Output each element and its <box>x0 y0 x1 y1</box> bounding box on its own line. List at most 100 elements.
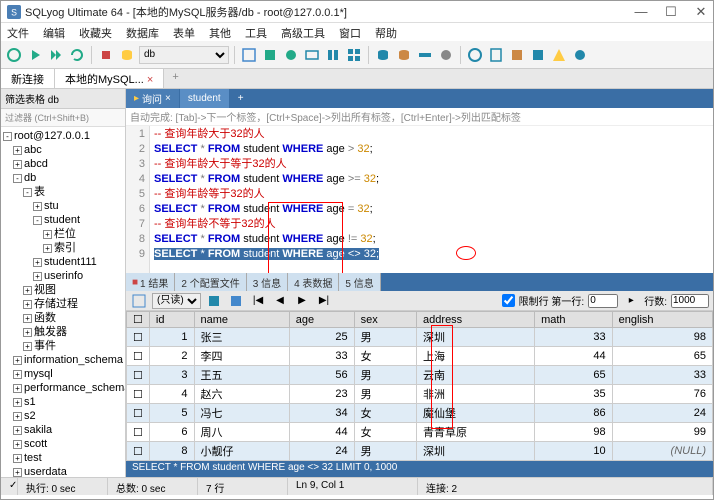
tree-item[interactable]: +test <box>1 451 125 465</box>
menu-window[interactable]: 窗口 <box>339 25 361 39</box>
tree-item[interactable]: +scott <box>1 437 125 451</box>
minimize-icon[interactable]: — <box>635 6 647 18</box>
results-grid[interactable]: ☐idnameagesexaddressmathenglish☐1张三25男深圳… <box>126 311 713 461</box>
tool-j[interactable] <box>437 46 455 64</box>
table-row[interactable]: ☐3王五56男云南6533 <box>127 366 713 385</box>
limit-first-input[interactable] <box>588 294 618 308</box>
tree-item[interactable]: +索引 <box>1 241 125 255</box>
tool-p[interactable] <box>571 46 589 64</box>
tab-query[interactable]: ▸询问× <box>126 89 180 108</box>
db-icon[interactable] <box>118 46 136 64</box>
rows-input[interactable] <box>671 294 709 308</box>
table-row[interactable]: ☐4赵六23男非洲3576 <box>127 385 713 404</box>
tab-profiles[interactable]: 2 个配置文件 <box>175 273 246 291</box>
menu-other[interactable]: 其他 <box>209 25 231 39</box>
tool-i[interactable] <box>416 46 434 64</box>
checkbox-header[interactable]: ☐ <box>127 312 150 328</box>
refresh-icon[interactable] <box>68 46 86 64</box>
menu-file[interactable]: 文件 <box>7 25 29 39</box>
tool-e[interactable] <box>324 46 342 64</box>
tree-item[interactable]: +事件 <box>1 339 125 353</box>
maximize-icon[interactable]: ☐ <box>665 6 677 18</box>
tool-h[interactable] <box>395 46 413 64</box>
column-header[interactable]: english <box>612 312 712 328</box>
tree-item[interactable]: +stu <box>1 199 125 213</box>
tree-item[interactable]: -root@127.0.0.1 <box>1 129 125 143</box>
tab-info-2[interactable]: 5 信息 <box>339 273 380 291</box>
table-row[interactable]: ☐5冯七34女魔仙堡8624 <box>127 404 713 423</box>
close-icon[interactable]: ✕ <box>695 6 707 18</box>
tree-item[interactable]: +函数 <box>1 311 125 325</box>
tree-item[interactable]: +栏位 <box>1 227 125 241</box>
tree-item[interactable]: +information_schema <box>1 353 125 367</box>
tool-f[interactable] <box>345 46 363 64</box>
menu-edit[interactable]: 编辑 <box>43 25 65 39</box>
last-icon[interactable]: ▶| <box>315 292 333 310</box>
tab-local-mysql[interactable]: 本地的MySQL... × <box>55 69 164 88</box>
filter-input[interactable]: 过滤器 (Ctrl+Shift+B) <box>1 109 125 127</box>
close-icon[interactable]: × <box>165 93 171 104</box>
tree-item[interactable]: +userinfo <box>1 269 125 283</box>
tab-info[interactable]: 3 信息 <box>247 273 288 291</box>
save-icon[interactable] <box>227 292 245 310</box>
add-editor-tab[interactable]: + <box>230 89 253 108</box>
code-content[interactable]: -- 查询年龄大于32的人SELECT * FROM student WHERE… <box>150 126 713 273</box>
first-icon[interactable]: |◀ <box>249 292 267 310</box>
column-header[interactable]: age <box>289 312 354 328</box>
tree-item[interactable]: -db <box>1 171 125 185</box>
menu-database[interactable]: 数据库 <box>126 25 159 39</box>
execute-query-icon[interactable] <box>26 46 44 64</box>
tool-a[interactable] <box>240 46 258 64</box>
menu-favorites[interactable]: 收藏夹 <box>79 25 112 39</box>
column-header[interactable]: sex <box>354 312 416 328</box>
tree-item[interactable]: +s2 <box>1 409 125 423</box>
menu-table[interactable]: 表单 <box>173 25 195 39</box>
prev-icon[interactable]: ◀ <box>271 292 289 310</box>
tab-result-1[interactable]: ■1 结果 <box>126 273 175 291</box>
tree-item[interactable]: +sakila <box>1 423 125 437</box>
tree-item[interactable]: +userdata <box>1 465 125 477</box>
tree-item[interactable]: +abc <box>1 143 125 157</box>
close-tab-icon[interactable]: × <box>147 74 153 86</box>
tool-g[interactable] <box>374 46 392 64</box>
tree-item[interactable]: +视图 <box>1 283 125 297</box>
tool-m[interactable] <box>508 46 526 64</box>
limit-checkbox[interactable] <box>502 294 515 307</box>
execute-all-icon[interactable] <box>47 46 65 64</box>
step-icon[interactable]: ▸ <box>622 292 640 310</box>
column-header[interactable]: address <box>417 312 535 328</box>
table-row[interactable]: ☐8小靓仔24男深圳10(NULL) <box>127 442 713 461</box>
tree-item[interactable]: +abcd <box>1 157 125 171</box>
table-row[interactable]: ☐1张三25男深圳3398 <box>127 328 713 347</box>
tool-n[interactable] <box>529 46 547 64</box>
column-header[interactable]: id <box>149 312 194 328</box>
tree-item[interactable]: +student111 <box>1 255 125 269</box>
menu-help[interactable]: 帮助 <box>375 25 397 39</box>
tab-table-data[interactable]: 4 表数据 <box>288 273 339 291</box>
database-select[interactable]: db <box>139 46 229 64</box>
column-header[interactable]: math <box>535 312 613 328</box>
tool-c[interactable] <box>282 46 300 64</box>
grid-view-icon[interactable] <box>130 292 148 310</box>
menu-advanced[interactable]: 高级工具 <box>281 25 325 39</box>
tool-l[interactable] <box>487 46 505 64</box>
next-icon[interactable]: ▶ <box>293 292 311 310</box>
tree-item[interactable]: -表 <box>1 185 125 199</box>
export-icon[interactable] <box>205 292 223 310</box>
add-tab-button[interactable]: + <box>164 69 186 88</box>
stop-icon[interactable] <box>97 46 115 64</box>
tool-b[interactable] <box>261 46 279 64</box>
readonly-select[interactable]: (只读) <box>152 293 201 309</box>
tab-new-connection[interactable]: 新连接 <box>1 69 55 88</box>
tree-item[interactable]: +performance_schema <box>1 381 125 395</box>
tool-d[interactable] <box>303 46 321 64</box>
table-row[interactable]: ☐2李四33女上海4465 <box>127 347 713 366</box>
new-connection-icon[interactable] <box>5 46 23 64</box>
tree-item[interactable]: +存储过程 <box>1 297 125 311</box>
table-row[interactable]: ☐6周八44女青青草原9899 <box>127 423 713 442</box>
tree-item[interactable]: +触发器 <box>1 325 125 339</box>
tree-item[interactable]: -student <box>1 213 125 227</box>
menu-tools[interactable]: 工具 <box>245 25 267 39</box>
tree-item[interactable]: +mysql <box>1 367 125 381</box>
tree-item[interactable]: +s1 <box>1 395 125 409</box>
